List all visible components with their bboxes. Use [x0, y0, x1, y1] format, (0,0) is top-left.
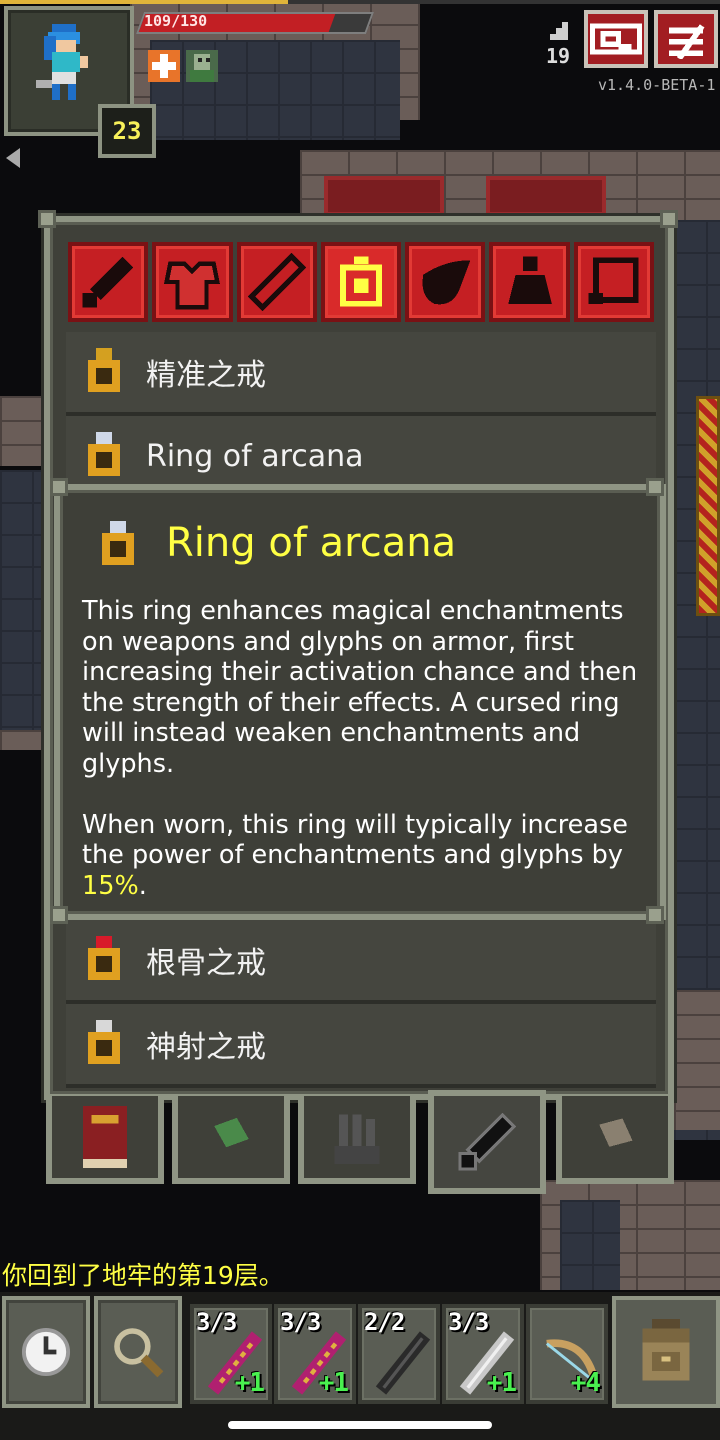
ally-portrait-icon[interactable]	[186, 50, 218, 82]
popup-corner	[646, 478, 664, 496]
tab-gloves[interactable]	[298, 1096, 416, 1184]
journal-search-button[interactable]	[584, 10, 648, 68]
spellbook-icon	[82, 1106, 128, 1168]
sword-icon	[458, 1112, 517, 1171]
tab-weapons[interactable]	[428, 1090, 546, 1194]
quickslot-charges: 2/2	[364, 1308, 405, 1336]
quickslot-charges: 3/3	[448, 1308, 489, 1336]
quickslot-1[interactable]: 3/3 +1	[190, 1304, 272, 1404]
tab-ring[interactable]	[320, 242, 402, 322]
popup-title: Ring of arcana	[166, 520, 457, 566]
quickslot-level: +1	[486, 1368, 517, 1398]
menu-button[interactable]	[654, 10, 718, 68]
popup-corner	[50, 906, 68, 924]
potion-icon	[507, 256, 552, 304]
ring-arcana-icon	[102, 521, 134, 565]
menu-icon	[668, 24, 705, 59]
magnifier-icon	[114, 1328, 164, 1378]
quickslot-4[interactable]: 3/3 +1	[442, 1304, 524, 1404]
quickslot-level: +1	[318, 1368, 349, 1398]
ring-arcana-icon	[88, 432, 120, 476]
ring-elements-icon	[88, 936, 120, 980]
ring-name-label: Ring of arcana	[146, 438, 364, 474]
tab-melee-weapon[interactable]	[68, 242, 149, 322]
quickslot-charges: 3/3	[196, 1308, 237, 1336]
armor-icon	[164, 261, 221, 310]
stairs-icon	[550, 20, 570, 42]
ring-sharpshooting-icon	[88, 1020, 120, 1064]
quickslot-level: +1	[234, 1368, 265, 1398]
quickslot-charges: 3/3	[280, 1308, 321, 1336]
bless-buff-icon[interactable]	[148, 50, 180, 82]
tab-artifact[interactable]	[405, 242, 486, 322]
sword-icon	[82, 256, 134, 308]
backpack-button[interactable]	[612, 1296, 720, 1408]
ring-name-label: 神射之戒	[146, 1030, 266, 1065]
window-corner	[38, 210, 56, 228]
category-tabs	[68, 242, 654, 322]
hero-sprite-icon	[36, 24, 88, 100]
experience-bar-fill	[0, 0, 288, 4]
tab-green-scroll[interactable]	[172, 1096, 290, 1184]
quickslot-level: +4	[570, 1368, 601, 1398]
depth-counter: 19	[546, 44, 571, 68]
gloves-icon	[334, 1114, 380, 1164]
description-paragraph: When worn, this ring will typically incr…	[82, 810, 642, 902]
description-text: When worn, this ring will typically incr…	[82, 809, 628, 871]
ring-name-label: 精准之戒	[146, 358, 266, 393]
hero-level-badge: 23	[98, 104, 156, 158]
search-button[interactable]	[94, 1296, 182, 1408]
list-item-ring-accuracy[interactable]: 精准之戒	[66, 332, 656, 416]
clock-icon	[21, 1327, 71, 1377]
parchment-icon	[599, 1118, 633, 1147]
window-corner	[660, 210, 678, 228]
popup-corner	[646, 906, 664, 924]
bonus-percentage: 15%	[82, 870, 139, 901]
tab-parchment[interactable]	[556, 1096, 674, 1184]
green-scroll-icon	[214, 1117, 249, 1148]
game-log-message: 你回到了地牢的第19层。	[2, 1261, 284, 1290]
popup-corner	[50, 478, 68, 496]
backpack-icon	[642, 1319, 690, 1381]
wait-button[interactable]	[2, 1296, 90, 1408]
ring-name-label: 根骨之戒	[146, 946, 266, 981]
tab-potion[interactable]	[489, 242, 570, 322]
tab-wand[interactable]	[236, 242, 317, 322]
back-arrow-icon[interactable]	[6, 148, 20, 168]
ring-accuracy-icon	[88, 348, 120, 392]
horn-icon	[422, 260, 471, 305]
tab-scroll[interactable]	[573, 242, 654, 322]
quickslot-2[interactable]: 3/3 +1	[274, 1304, 356, 1404]
ring-icon	[339, 256, 383, 307]
list-item-ring-sharpshooting[interactable]: 神射之戒	[66, 1004, 656, 1088]
description-paragraph: This ring enhances magical enchantments …	[82, 596, 638, 779]
home-indicator[interactable]	[228, 1421, 492, 1429]
description-text: .	[138, 870, 147, 901]
wand-icon	[247, 253, 306, 311]
scroll-icon	[588, 257, 639, 304]
version-label: v1.4.0-BETA-1	[598, 76, 716, 94]
list-item-ring-elements[interactable]: 根骨之戒	[66, 920, 656, 1004]
quickslot-5[interactable]: +4	[526, 1304, 608, 1404]
wand-dark-icon	[375, 1331, 431, 1395]
tab-armor[interactable]	[152, 242, 233, 322]
health-text: 109/130	[144, 12, 208, 30]
popup-description: This ring enhances magical enchantments …	[82, 596, 642, 901]
experience-bar	[0, 0, 720, 4]
journal-search-icon	[590, 23, 642, 55]
tab-spellbook[interactable]	[46, 1096, 164, 1184]
quickslot-3[interactable]: 2/2	[358, 1304, 440, 1404]
